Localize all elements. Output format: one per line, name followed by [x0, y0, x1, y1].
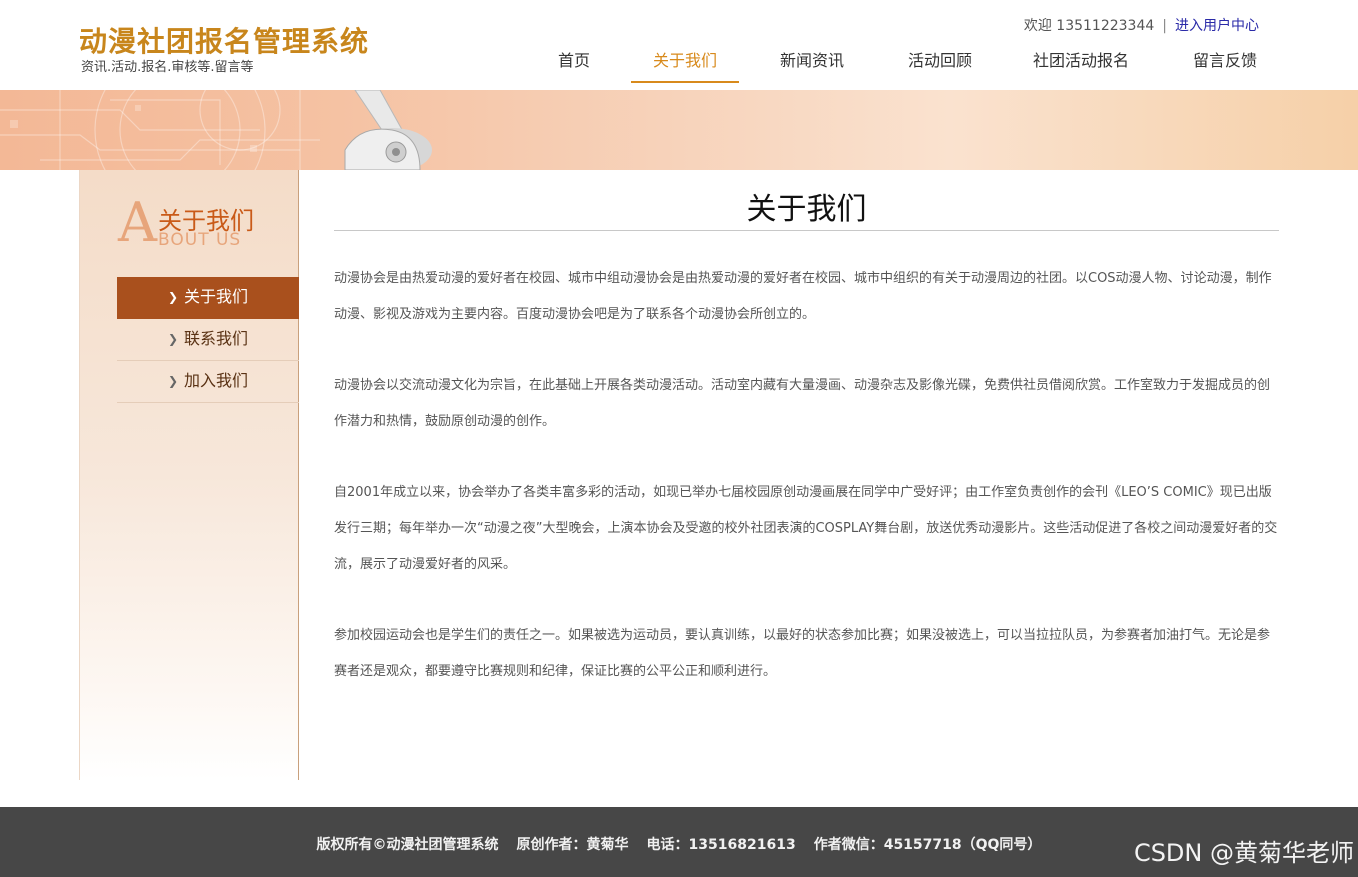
footer-wechat: 作者微信：45157718（QQ同号）: [813, 837, 1042, 853]
site-footer: 版权所有©动漫社团管理系统 原创作者：黄菊华 电话：13516821613 作者微信：…: [0, 807, 1358, 877]
nav-item-about[interactable]: 关于我们: [631, 40, 739, 83]
article-paragraph: 动漫协会以交流动漫文化为宗旨，在此基础上开展各类动漫活动。活动室内藏有大量漫画、…: [334, 378, 1271, 429]
site-subtitle: 资讯.活动.报名.审核等.留言等: [81, 60, 254, 75]
article-body: 动漫协会是由热爱动漫的爱好者在校园、城市中组动漫协会是由热爱动漫的爱好者在校园、…: [334, 261, 1279, 690]
site-title[interactable]: 动漫社团报名管理系统: [79, 20, 369, 60]
welcome-text: 欢迎 13511223344: [1023, 18, 1155, 34]
topbar-separator: |: [1162, 18, 1167, 34]
sidebar-item-contact[interactable]: ❯ 联系我们: [117, 319, 299, 361]
sidebar-item-label: 关于我们: [184, 287, 249, 306]
sidebar-heading: A 关于我们 BOUT US: [118, 191, 288, 254]
nav-item-news[interactable]: 新闻资讯: [758, 40, 866, 83]
nav-item-signup[interactable]: 社团活动报名: [1018, 40, 1144, 83]
nav-item-activity-review[interactable]: 活动回顾: [886, 40, 994, 83]
chevron-right-icon: ❯: [167, 290, 179, 304]
nav-item-feedback[interactable]: 留言反馈: [1174, 40, 1276, 83]
sidebar-item-label: 加入我们: [184, 371, 249, 390]
chevron-right-icon: ❯: [167, 332, 179, 346]
article-paragraph: 动漫协会是由热爱动漫的爱好者在校园、城市中组动漫协会是由热爱动漫的爱好者在校园、…: [334, 271, 1272, 322]
article-paragraph: 自2001年成立以来，协会举办了各类丰富多彩的活动，如现已举办七届校园原创动漫画…: [334, 485, 1278, 572]
sidebar: A 关于我们 BOUT US ❯ 关于我们 ❯ 联系我们 ❯ 加入我们: [79, 170, 299, 780]
sidebar-heading-initial: A: [118, 191, 157, 254]
footer-author: 原创作者：黄菊华: [516, 837, 629, 853]
article-paragraph: 参加校园运动会也是学生们的责任之一。如果被选为运动员，要认真训练，以最好的状态参…: [334, 628, 1271, 679]
sidebar-item-about[interactable]: ❯ 关于我们: [117, 277, 299, 319]
nav-item-home[interactable]: 首页: [526, 40, 622, 83]
sidebar-menu: ❯ 关于我们 ❯ 联系我们 ❯ 加入我们: [117, 277, 299, 403]
sidebar-heading-en: BOUT US: [158, 230, 242, 250]
csdn-watermark: CSDN @黄菊华老师: [1133, 839, 1354, 867]
sidebar-item-label: 联系我们: [184, 329, 249, 348]
title-divider: [334, 230, 1279, 231]
banner-artwork: [0, 90, 432, 170]
footer-copyright: 版权所有©动漫社团管理系统: [316, 837, 499, 853]
page-title: 关于我们: [746, 192, 867, 227]
user-center-link[interactable]: 进入用户中心: [1175, 18, 1259, 34]
footer-phone: 电话：13516821613: [646, 837, 796, 853]
sidebar-item-join[interactable]: ❯ 加入我们: [117, 361, 299, 403]
main-content: 关于我们 动漫协会是由热爱动漫的爱好者在校园、城市中组动漫协会是由热爱动漫的爱好…: [334, 170, 1279, 725]
chevron-right-icon: ❯: [167, 374, 179, 388]
site-header: 动漫社团报名管理系统 资讯.活动.报名.审核等.留言等 欢迎 135112233…: [0, 0, 1358, 90]
robot-arm-graphic: [344, 90, 432, 170]
user-bar: 欢迎 13511223344 | 进入用户中心: [1024, 15, 1259, 35]
page-banner: [0, 90, 1358, 170]
